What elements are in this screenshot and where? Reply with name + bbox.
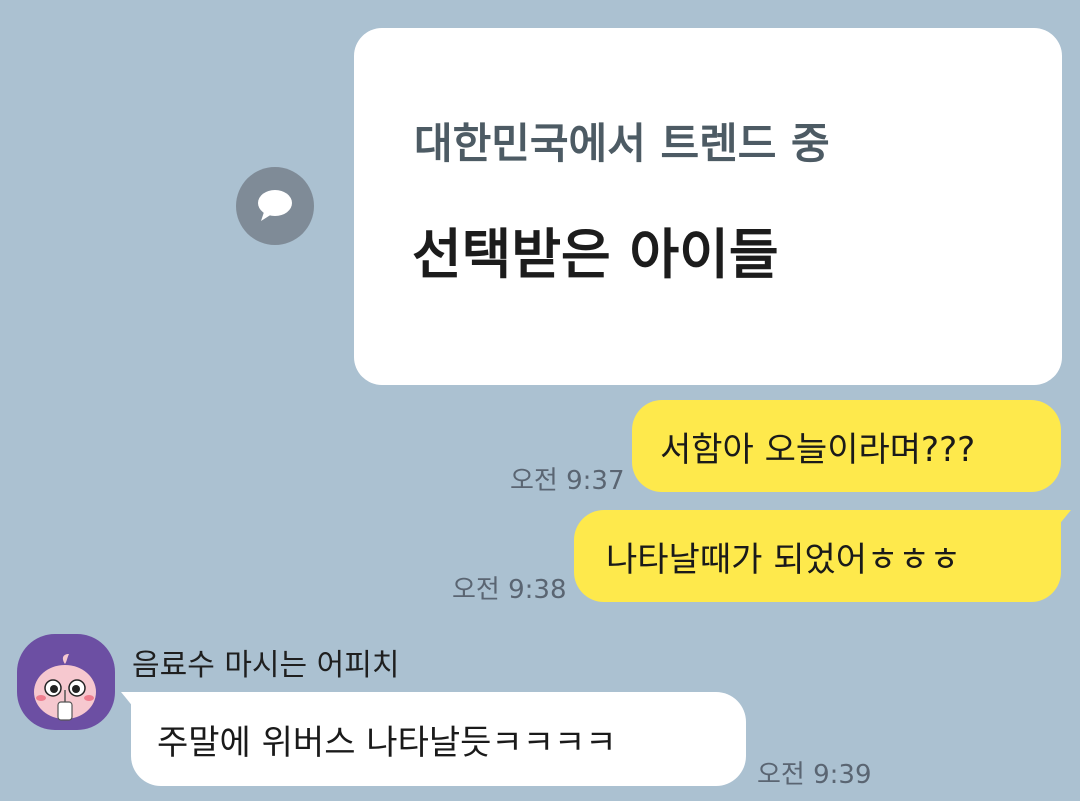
avatar[interactable] — [17, 634, 115, 730]
bubble-tail — [121, 692, 139, 714]
sender-name: 음료수 마시는 어피치 — [132, 648, 400, 683]
message-time: 오전 9:38 — [452, 575, 567, 605]
apeach-character-icon — [34, 654, 96, 721]
link-card-subtitle: 대한민국에서 트렌드 중 — [414, 119, 830, 168]
message-text: 서함아 오늘이라며??? — [660, 429, 976, 470]
my-message-bubble[interactable]: 서함아 오늘이라며??? — [632, 400, 1061, 492]
speech-bubble-icon — [258, 190, 292, 221]
link-card-title: 선택받은 아이들 — [412, 223, 779, 286]
message-time: 오전 9:37 — [510, 466, 625, 496]
share-button[interactable] — [236, 167, 314, 245]
message-text: 나타날때가 되었어ㅎㅎㅎ — [606, 539, 961, 580]
link-preview-card[interactable]: 대한민국에서 트렌드 중 선택받은 아이들 — [354, 28, 1062, 385]
other-message-bubble[interactable]: 주말에 위버스 나타날듯ㅋㅋㅋㅋ — [121, 692, 746, 786]
message-time: 오전 9:39 — [757, 760, 872, 790]
my-message-bubble[interactable]: 나타날때가 되었어ㅎㅎㅎ — [574, 510, 1071, 602]
bubble-tail — [1053, 510, 1071, 532]
message-text: 주말에 위버스 나타날듯ㅋㅋㅋㅋ — [157, 722, 617, 763]
